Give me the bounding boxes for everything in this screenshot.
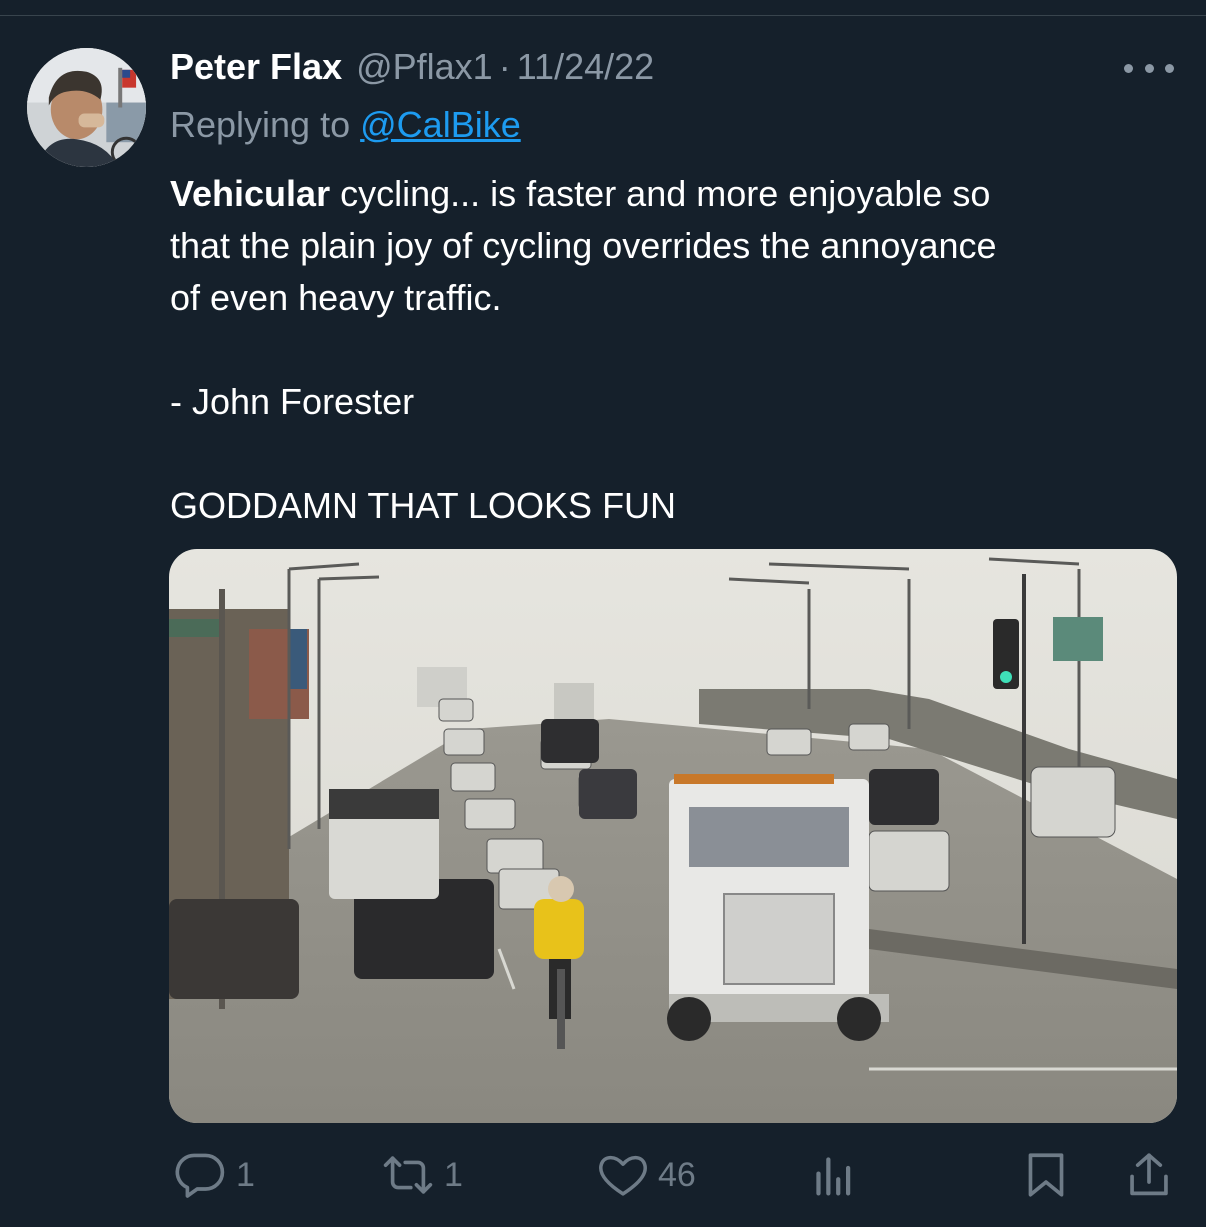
text-bold: Vehicular bbox=[170, 173, 331, 214]
author-handle[interactable]: @Pflax1 bbox=[356, 46, 493, 88]
views-chart-icon bbox=[816, 1157, 851, 1196]
tweet-comment: GODDAMN THAT LOOKS FUN bbox=[170, 485, 677, 526]
text-line: Vehicular cycling... is faster and more … bbox=[170, 168, 1160, 220]
avatar-photo bbox=[27, 48, 146, 167]
tweet-date[interactable]: 11/24/22 bbox=[517, 46, 654, 88]
text-line: of even heavy traffic. bbox=[170, 277, 502, 318]
text-line1-rest: cycling... is faster and more enjoyable … bbox=[330, 173, 991, 214]
author-name[interactable]: Peter Flax bbox=[170, 46, 342, 88]
replying-to: Replying to @CalBike bbox=[170, 104, 521, 146]
tweet-media-photo[interactable] bbox=[169, 549, 1177, 1123]
bookmark-button[interactable] bbox=[1024, 1140, 1068, 1210]
retweet-icon bbox=[383, 1156, 433, 1194]
like-button[interactable]: 46 bbox=[596, 1140, 696, 1210]
retweet-button[interactable]: 1 bbox=[380, 1140, 463, 1210]
more-dot bbox=[1124, 63, 1133, 73]
tweet-actions: 1 1 46 bbox=[0, 1140, 1206, 1210]
views-button[interactable] bbox=[810, 1140, 858, 1210]
share-button[interactable] bbox=[1126, 1140, 1172, 1210]
share-icon bbox=[1130, 1153, 1168, 1196]
more-horizontal-icon[interactable] bbox=[1124, 56, 1174, 80]
retweet-count: 1 bbox=[444, 1155, 463, 1194]
heart-icon bbox=[599, 1155, 647, 1196]
traffic-photo bbox=[169, 549, 1177, 1123]
tweet-header: Peter Flax @Pflax1 · 11/24/22 bbox=[170, 46, 654, 90]
bookmark-icon bbox=[1028, 1153, 1064, 1197]
reply-icon bbox=[175, 1153, 225, 1198]
reply-count: 1 bbox=[236, 1155, 255, 1194]
replying-prefix: Replying to bbox=[170, 104, 351, 145]
separator-dot: · bbox=[498, 46, 511, 87]
more-dot bbox=[1165, 63, 1174, 73]
more-dot bbox=[1144, 63, 1154, 73]
quote-attribution: - John Forester bbox=[170, 381, 415, 422]
text-line: that the plain joy of cycling overrides … bbox=[170, 225, 997, 266]
like-count: 46 bbox=[658, 1155, 696, 1194]
reply-button[interactable]: 1 bbox=[172, 1140, 255, 1210]
tweet-text: Vehicular cycling... is faster and more … bbox=[170, 168, 1160, 532]
avatar[interactable] bbox=[27, 48, 146, 167]
replying-handle-link[interactable]: @CalBike bbox=[360, 104, 521, 145]
top-divider bbox=[0, 15, 1206, 16]
